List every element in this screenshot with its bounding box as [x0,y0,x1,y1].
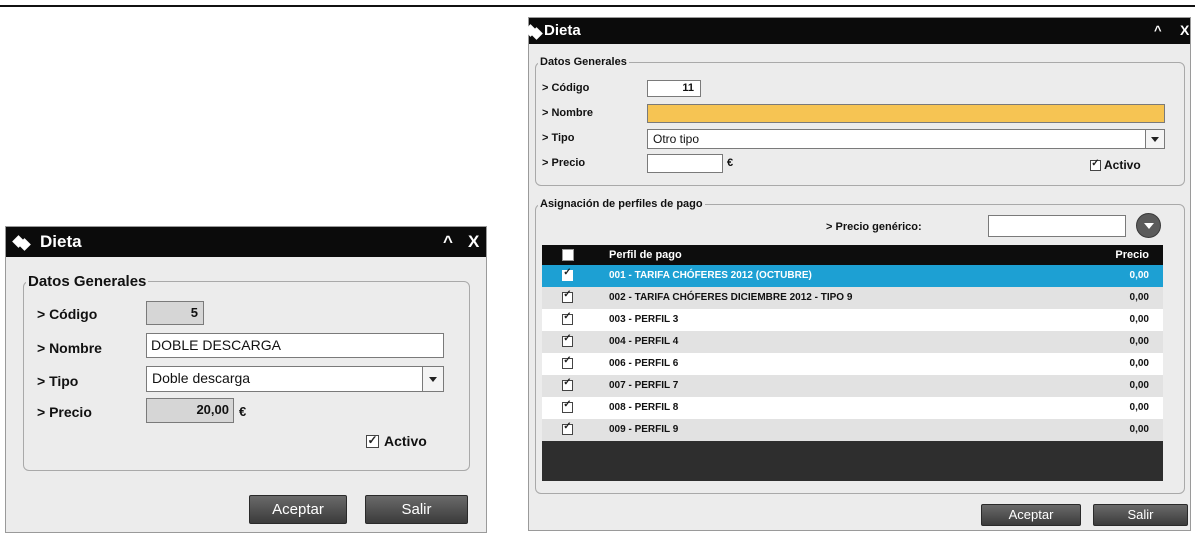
row-precio: 0,00 [1129,380,1149,391]
row-precio: 0,00 [1129,424,1149,435]
dieta-dialog-right: Dieta ^ X Datos Generales > Código 11 > … [528,17,1191,531]
activo-checkbox[interactable] [1090,158,1101,171]
chevron-down-icon [1144,223,1154,229]
row-checkbox[interactable] [562,355,573,369]
row-precio: 0,00 [1129,402,1149,413]
row-perfil: 003 - PERFIL 3 [609,314,679,325]
table-header: Perfil de pago Precio [542,245,1163,265]
precio-label: > Precio [37,404,92,420]
precio-label: > Precio [542,157,586,169]
col-precio-header[interactable]: Precio [1115,249,1149,261]
chevron-down-icon[interactable] [422,367,443,391]
tipo-select[interactable]: Otro tipo [647,129,1165,149]
row-precio: 0,00 [1129,336,1149,347]
row-checkbox[interactable] [562,289,573,303]
apply-generic-price-button[interactable] [1136,213,1161,238]
dialog-titlebar[interactable]: Dieta ^ X [6,227,486,257]
dialog-titlebar[interactable]: Dieta ^ X [529,18,1190,44]
currency-symbol: € [727,157,734,169]
aceptar-button[interactable]: Aceptar [249,495,347,524]
col-perfil-header[interactable]: Perfil de pago [609,249,682,261]
activo-label: Activo [1104,158,1141,172]
datos-generales-legend: Datos Generales [28,273,147,290]
table-row[interactable]: 003 - PERFIL 3 0,00 [542,309,1163,331]
tipo-select[interactable]: Doble descarga [146,366,444,392]
chevron-down-icon[interactable] [1145,130,1164,148]
nombre-field[interactable]: DOBLE DESCARGA [146,333,444,358]
row-checkbox[interactable] [562,421,573,435]
precio-value: 20,00 [196,402,229,417]
precio-field[interactable] [647,154,723,173]
aceptar-button[interactable]: Aceptar [981,504,1081,526]
codigo-field[interactable]: 5 [146,301,204,325]
currency-symbol: € [239,404,247,419]
table-row[interactable]: 008 - PERFIL 8 0,00 [542,397,1163,419]
row-perfil: 002 - TARIFA CHÓFERES DICIEMBRE 2012 - T… [609,292,853,303]
row-checkbox[interactable] [562,311,573,325]
precio-generico-field[interactable] [988,215,1126,237]
salir-button[interactable]: Salir [365,495,468,524]
row-checkbox[interactable] [562,333,573,347]
salir-button[interactable]: Salir [1093,504,1188,526]
codigo-value: 5 [190,305,198,320]
row-perfil: 001 - TARIFA CHÓFERES 2012 (OCTUBRE) [609,270,812,281]
codigo-label: > Código [37,306,98,322]
row-checkbox[interactable] [562,267,573,281]
table-row[interactable]: 009 - PERFIL 9 0,00 [542,419,1163,441]
codigo-label: > Código [542,82,590,94]
tipo-label: > Tipo [37,373,79,389]
table-row[interactable]: 007 - PERFIL 7 0,00 [542,375,1163,397]
nombre-value: DOBLE DESCARGA [151,337,281,353]
row-precio: 0,00 [1129,270,1149,281]
dialog-title: Dieta [544,22,581,39]
table-row[interactable]: 001 - TARIFA CHÓFERES 2012 (OCTUBRE) 0,00 [542,265,1163,287]
row-precio: 0,00 [1129,292,1149,303]
activo-label: Activo [384,433,427,449]
app-diamond-icon [14,235,30,251]
codigo-field[interactable]: 11 [647,80,701,97]
row-precio: 0,00 [1129,358,1149,369]
table-row[interactable]: 004 - PERFIL 4 0,00 [542,331,1163,353]
row-perfil: 007 - PERFIL 7 [609,380,679,391]
top-divider-line [0,5,1195,7]
nombre-label: > Nombre [542,107,594,119]
row-precio: 0,00 [1129,314,1149,325]
app-diamond-icon [526,24,540,38]
nombre-field[interactable] [647,104,1165,123]
row-checkbox[interactable] [562,399,573,413]
nombre-label: > Nombre [37,340,102,356]
asignacion-perfiles-legend: Asignación de perfiles de pago [540,198,703,210]
row-perfil: 004 - PERFIL 4 [609,336,679,347]
tipo-value: Doble descarga [152,370,251,386]
codigo-value: 11 [682,82,694,94]
row-perfil: 008 - PERFIL 8 [609,402,679,413]
perfiles-table: Perfil de pago Precio 001 - TARIFA CHÓFE… [542,245,1163,481]
close-icon[interactable]: X [468,232,479,252]
dialog-title: Dieta [40,232,82,251]
tipo-label: > Tipo [542,132,575,144]
table-row[interactable]: 006 - PERFIL 6 0,00 [542,353,1163,375]
row-perfil: 006 - PERFIL 6 [609,358,679,369]
table-row[interactable]: 002 - TARIFA CHÓFERES DICIEMBRE 2012 - T… [542,287,1163,309]
row-perfil: 009 - PERFIL 9 [609,424,679,435]
dieta-dialog-left: Dieta ^ X Datos Generales > Código 5 > N… [5,226,487,533]
datos-generales-legend: Datos Generales [540,56,627,68]
select-all-checkbox[interactable] [562,249,574,261]
close-icon[interactable]: X [1180,22,1189,38]
minimize-icon[interactable]: ^ [443,232,453,252]
precio-field[interactable]: 20,00 [146,398,234,423]
precio-generico-label: > Precio genérico: [826,221,922,233]
minimize-icon[interactable]: ^ [1154,23,1162,38]
activo-checkbox[interactable] [366,433,379,448]
row-checkbox[interactable] [562,377,573,391]
tipo-value: Otro tipo [653,132,700,146]
